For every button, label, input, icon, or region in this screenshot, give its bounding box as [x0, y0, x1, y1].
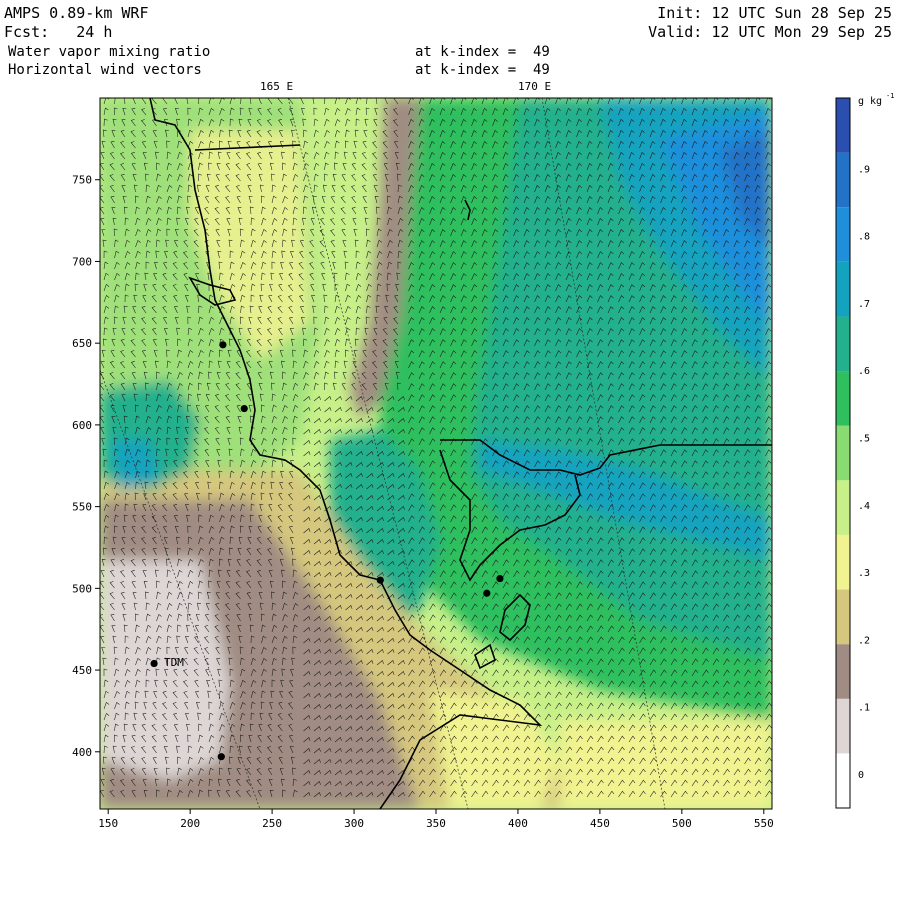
colorbar-swatch [836, 753, 850, 808]
x-tick-label: 550 [754, 817, 774, 830]
y-tick-label: 550 [72, 501, 92, 514]
station-dot [376, 576, 384, 584]
x-tick-label: 200 [180, 817, 200, 830]
colorbar-label: .2 [858, 635, 870, 646]
colorbar-swatch [836, 207, 850, 262]
colorbar-swatch [836, 316, 850, 372]
x-tick-label: 450 [590, 817, 610, 830]
colorbar-swatch [836, 98, 850, 153]
y-tick-label: 750 [72, 174, 92, 187]
x-tick-label: 250 [262, 817, 282, 830]
station-dot [483, 589, 491, 597]
y-axis: 400 450 500 550 600 650 700 750 [72, 174, 100, 759]
colorbar-swatch [836, 371, 850, 426]
colorbar-swatch [836, 534, 850, 590]
y-tick-label: 400 [72, 746, 92, 759]
station-label-tdm: TDM [164, 656, 184, 669]
x-tick-label: 400 [508, 817, 528, 830]
x-tick-label: 350 [426, 817, 446, 830]
x-tick-label: 300 [344, 817, 364, 830]
x-axis: 150 200 250 300 350 400 450 500 550 [98, 809, 774, 830]
colorbar-label: .5 [858, 434, 870, 445]
colorbar-swatch [836, 589, 850, 645]
colorbar-unit: g kg [858, 96, 882, 107]
colorbar-swatch [836, 261, 850, 317]
station-dot [219, 341, 227, 349]
station-dot [496, 574, 504, 583]
y-tick-label: 500 [72, 582, 92, 595]
colorbar-label: .7 [858, 299, 870, 310]
x-tick-label: 500 [672, 817, 692, 830]
map-figure: TDM 165 E 170 E 150 200 250 300 350 400 450 500… [72, 80, 894, 830]
colorbar: 0 .1 .2 .3 .4 .5 .6 .7 .8 .9 [835, 97, 870, 809]
colorbar-swatch [836, 644, 850, 699]
colorbar-label: .6 [858, 366, 870, 377]
moisture-field [100, 98, 772, 809]
station-dot [217, 753, 225, 761]
y-tick-label: 600 [72, 419, 92, 432]
colorbar-unit-exponent: -1 [886, 92, 894, 100]
colorbar-label: 0 [858, 770, 864, 781]
station-dot [150, 659, 158, 668]
colorbar-label: .3 [858, 568, 870, 579]
lon-label-165e: 165 E [260, 80, 293, 93]
lon-label-170e: 170 E [518, 80, 551, 93]
colorbar-label: .4 [858, 501, 870, 512]
colorbar-swatch [836, 152, 850, 208]
colorbar-swatch [836, 480, 850, 535]
y-tick-label: 700 [72, 255, 92, 268]
colorbar-swatch [836, 425, 850, 481]
colorbar-label: .1 [858, 703, 870, 714]
station-dot [240, 404, 248, 413]
y-tick-label: 450 [72, 664, 92, 677]
colorbar-label: .8 [858, 232, 870, 243]
colorbar-label: .9 [858, 164, 870, 175]
colorbar-swatch [836, 698, 850, 754]
y-tick-label: 650 [72, 337, 92, 350]
x-tick-label: 150 [98, 817, 118, 830]
